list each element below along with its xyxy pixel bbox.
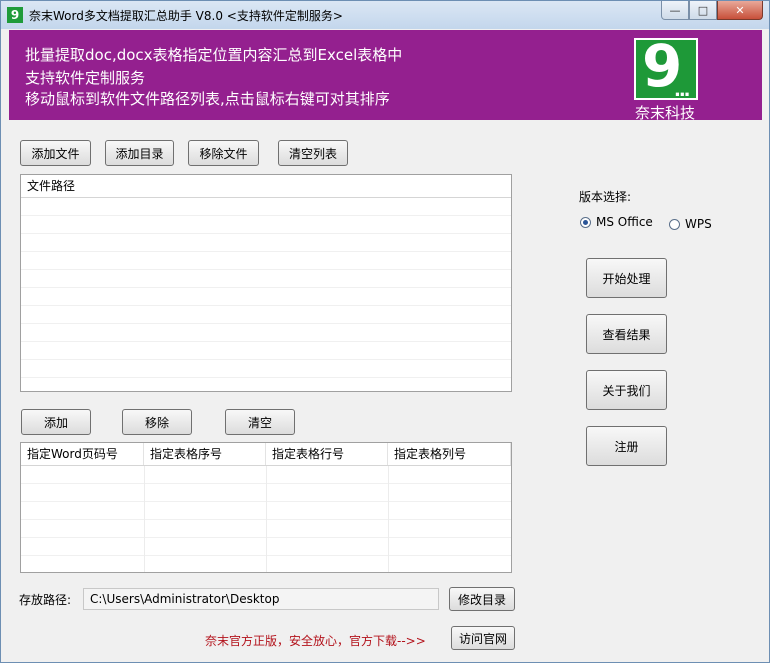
radio-ms-office[interactable]: [580, 217, 591, 228]
visit-website-button[interactable]: 访问官网: [451, 626, 515, 650]
title-bar[interactable]: 9 奈末Word多文档提取汇总助手 V8.0 <支持软件定制服务> — □ ✕: [1, 1, 769, 29]
position-list-rows[interactable]: [21, 466, 511, 572]
column-header-file-path[interactable]: 文件路径: [21, 175, 511, 197]
radio-ms-office-label[interactable]: MS Office: [596, 215, 653, 229]
file-list[interactable]: 文件路径: [20, 174, 512, 392]
logo-dots: ...: [674, 80, 690, 101]
minimize-button[interactable]: —: [661, 1, 689, 20]
version-label: 版本选择:: [579, 190, 632, 204]
logo: 9 ...: [634, 32, 698, 101]
column-header-column[interactable]: 指定表格列号: [388, 443, 511, 465]
position-list-header: 指定Word页码号 指定表格序号 指定表格行号 指定表格列号: [21, 443, 511, 466]
position-list[interactable]: 指定Word页码号 指定表格序号 指定表格行号 指定表格列号: [20, 442, 512, 573]
view-results-button[interactable]: 查看结果: [586, 314, 667, 354]
column-divider: [266, 466, 267, 572]
column-header-row[interactable]: 指定表格行号: [266, 443, 388, 465]
minimize-icon: —: [669, 3, 681, 17]
column-header-page[interactable]: 指定Word页码号: [21, 443, 144, 465]
remove-file-button[interactable]: 移除文件: [188, 140, 259, 166]
maximize-button[interactable]: □: [689, 1, 717, 20]
banner-line-3: 移动鼠标到软件文件路径列表,点击鼠标右键可对其排序: [25, 90, 390, 108]
radio-wps[interactable]: [669, 219, 680, 230]
column-divider: [388, 466, 389, 572]
about-button[interactable]: 关于我们: [586, 370, 667, 410]
change-directory-button[interactable]: 修改目录: [449, 587, 515, 611]
window-title: 奈末Word多文档提取汇总助手 V8.0 <支持软件定制服务>: [29, 9, 343, 23]
add-file-button[interactable]: 添加文件: [20, 140, 91, 166]
official-download-notice: 奈末官方正版，安全放心，官方下载-->>: [205, 634, 426, 648]
remove-position-button[interactable]: 移除: [122, 409, 192, 435]
app-icon: 9: [7, 7, 23, 23]
register-button[interactable]: 注册: [586, 426, 667, 466]
file-list-header: 文件路径: [21, 175, 511, 198]
start-button[interactable]: 开始处理: [586, 258, 667, 298]
output-path-label: 存放路径:: [19, 593, 72, 607]
file-list-rows[interactable]: [21, 198, 511, 391]
add-folder-button[interactable]: 添加目录: [105, 140, 174, 166]
banner: 批量提取doc,docx表格指定位置内容汇总到Excel表格中 支持软件定制服务…: [9, 30, 762, 122]
close-icon: ✕: [735, 3, 745, 17]
radio-wps-label[interactable]: WPS: [685, 217, 712, 231]
output-path-field[interactable]: C:\Users\Administrator\Desktop: [83, 588, 439, 610]
logo-text: 奈末科技: [635, 104, 696, 122]
app-window: 9 奈末Word多文档提取汇总助手 V8.0 <支持软件定制服务> — □ ✕ …: [0, 0, 770, 663]
banner-line-2: 支持软件定制服务: [25, 69, 146, 87]
banner-line-1: 批量提取doc,docx表格指定位置内容汇总到Excel表格中: [25, 46, 403, 64]
maximize-icon: □: [697, 3, 709, 17]
column-divider: [144, 466, 145, 572]
clear-positions-button[interactable]: 清空: [225, 409, 295, 435]
column-header-table-index[interactable]: 指定表格序号: [144, 443, 266, 465]
close-button[interactable]: ✕: [717, 1, 763, 20]
clear-list-button[interactable]: 清空列表: [278, 140, 348, 166]
add-position-button[interactable]: 添加: [21, 409, 91, 435]
window-controls: — □ ✕: [661, 1, 763, 21]
